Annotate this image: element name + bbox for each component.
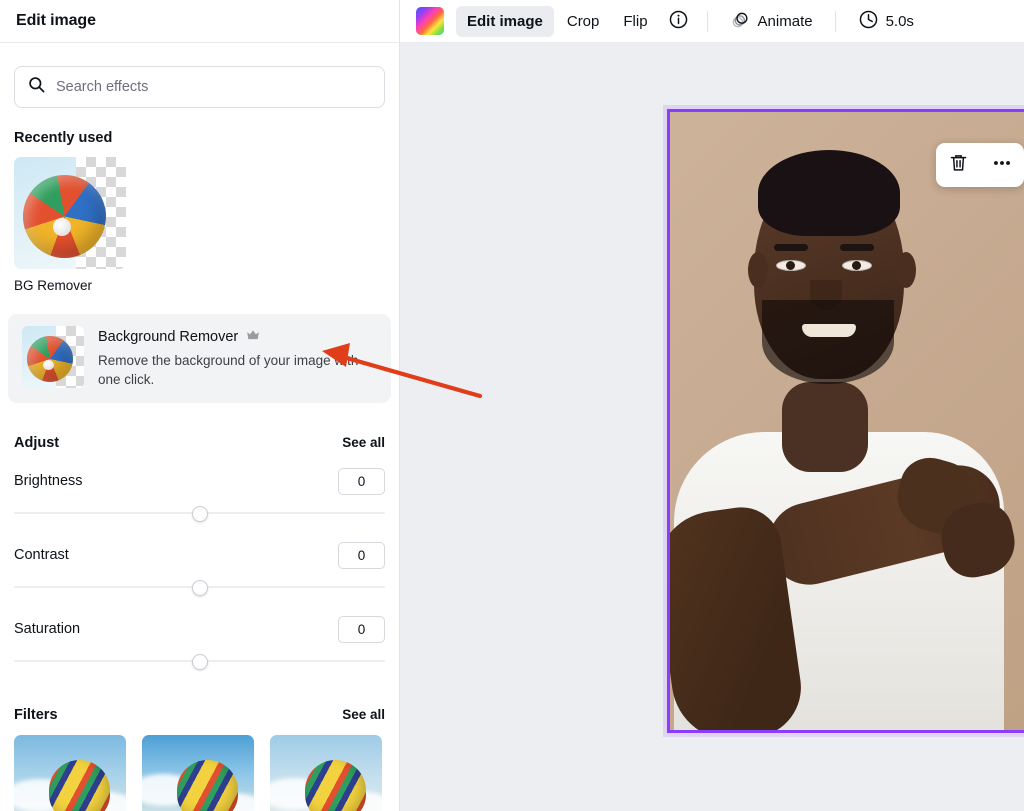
slider-contrast-track[interactable] [14, 575, 385, 599]
page-title: Edit image [16, 12, 96, 29]
filter-thumb-3[interactable] [270, 735, 382, 811]
recently-used-item-bg-remover[interactable]: BG Remover [14, 157, 126, 293]
rainbow-gradient-swatch[interactable] [416, 7, 444, 35]
canvas-photo[interactable] [670, 112, 1024, 730]
beachball-thumbnail [14, 157, 126, 269]
tab-crop[interactable]: Crop [556, 6, 611, 37]
slider-contrast: Contrast 0 [0, 541, 399, 599]
filters-see-all-link[interactable]: See all [342, 707, 385, 722]
figure-neck [782, 382, 868, 472]
figure-eye-right [842, 260, 872, 271]
hot-air-balloon-icon [176, 760, 239, 811]
slider-saturation-header: Saturation 0 [14, 615, 385, 643]
hot-air-balloon-icon [48, 760, 111, 811]
figure-mouth [802, 324, 856, 337]
search-input[interactable]: Search effects [14, 66, 385, 108]
tab-flip-label: Flip [623, 12, 648, 30]
slider-brightness-track[interactable] [14, 501, 385, 525]
filter-thumb-1[interactable] [14, 735, 126, 811]
background-remover-text: Background Remover Remove the background… [98, 326, 360, 389]
adjust-header: Adjust See all [0, 435, 399, 451]
slider-saturation-track[interactable] [14, 649, 385, 673]
background-remover-thumbnail [22, 326, 84, 388]
animate-rings-icon [730, 9, 751, 34]
figure-hair [758, 150, 900, 236]
background-remover-description: Remove the background of your image with… [98, 353, 359, 388]
toolbar-divider [706, 10, 708, 32]
slider-contrast-header: Contrast 0 [14, 541, 385, 569]
background-remover-title: Background Remover [98, 329, 239, 345]
filters-section: Filters See all [0, 707, 399, 811]
canvas-stage[interactable]: + Add page [400, 43, 1024, 811]
info-circle-icon [668, 9, 689, 34]
tab-edit-image-label: Edit image [467, 12, 543, 30]
more-options-button[interactable] [985, 148, 1019, 182]
figure-beard [762, 300, 894, 384]
filters-title: Filters [14, 707, 58, 724]
slider-saturation-thumb[interactable] [191, 654, 208, 671]
search-icon [27, 75, 46, 99]
canvas-area: Edit image Crop Flip Animate 5.0s [400, 0, 1024, 811]
adjust-see-all-link[interactable]: See all [342, 435, 385, 450]
crown-icon [246, 328, 260, 346]
duration-button[interactable]: 5.0s [847, 6, 925, 37]
animate-button[interactable]: Animate [719, 6, 824, 37]
recently-used-item-label: BG Remover [14, 278, 93, 293]
figure-ear-right [896, 252, 916, 288]
toolbar-divider [834, 10, 836, 32]
more-options-icon [991, 152, 1013, 179]
hot-air-balloon-icon [304, 760, 367, 811]
slider-brightness-header: Brightness 0 [14, 467, 385, 495]
figure-eye-left [776, 260, 806, 271]
adjust-title: Adjust [14, 435, 60, 452]
animate-label: Animate [757, 12, 813, 30]
tab-flip[interactable]: Flip [612, 6, 658, 37]
clock-icon [858, 9, 879, 34]
panel-header: Edit image [0, 0, 399, 43]
slider-saturation: Saturation 0 [0, 615, 399, 673]
slider-brightness-value[interactable]: 0 [338, 467, 385, 495]
app-root: Edit image Search effects Recently used [0, 0, 1024, 811]
slider-contrast-label: Contrast [14, 547, 69, 564]
beachball-icon [26, 335, 73, 382]
search-placeholder: Search effects [56, 79, 149, 95]
beachball-icon [22, 174, 106, 258]
slider-saturation-value[interactable]: 0 [338, 615, 385, 643]
trash-icon [948, 152, 969, 178]
figure-eyebrow-left [774, 244, 808, 251]
element-float-toolbar [936, 143, 1024, 187]
adjust-section: Adjust See all Brightness 0 Contrast 0 S… [0, 435, 399, 673]
recently-used-section: Recently used BG Remover [0, 130, 399, 293]
filter-thumb-2[interactable] [142, 735, 254, 811]
search-section: Search effects [0, 43, 399, 108]
recently-used-list: BG Remover [0, 146, 399, 293]
slider-contrast-thumb[interactable] [191, 580, 208, 597]
selected-image-frame[interactable] [667, 109, 1024, 733]
recently-used-title: Recently used [14, 130, 113, 146]
slider-brightness: Brightness 0 [0, 467, 399, 525]
recently-used-header: Recently used [0, 130, 399, 146]
delete-button[interactable] [941, 148, 975, 182]
duration-label: 5.0s [885, 12, 914, 30]
slider-brightness-thumb[interactable] [191, 506, 208, 523]
tab-crop-label: Crop [566, 12, 600, 30]
image-toolbar: Edit image Crop Flip Animate 5.0s [400, 0, 1024, 43]
edit-image-side-panel: Edit image Search effects Recently used [0, 0, 400, 811]
info-button[interactable] [661, 6, 696, 37]
slider-contrast-value[interactable]: 0 [338, 541, 385, 569]
filters-header: Filters See all [0, 707, 399, 723]
figure-eyebrow-right [840, 244, 874, 251]
background-remover-title-row: Background Remover [98, 328, 360, 346]
figure-ear-left [748, 252, 768, 288]
filters-list [0, 723, 399, 811]
slider-brightness-label: Brightness [14, 473, 83, 490]
tab-edit-image[interactable]: Edit image [456, 5, 554, 37]
slider-saturation-label: Saturation [14, 621, 81, 638]
background-remover-card[interactable]: Background Remover Remove the background… [8, 314, 391, 404]
